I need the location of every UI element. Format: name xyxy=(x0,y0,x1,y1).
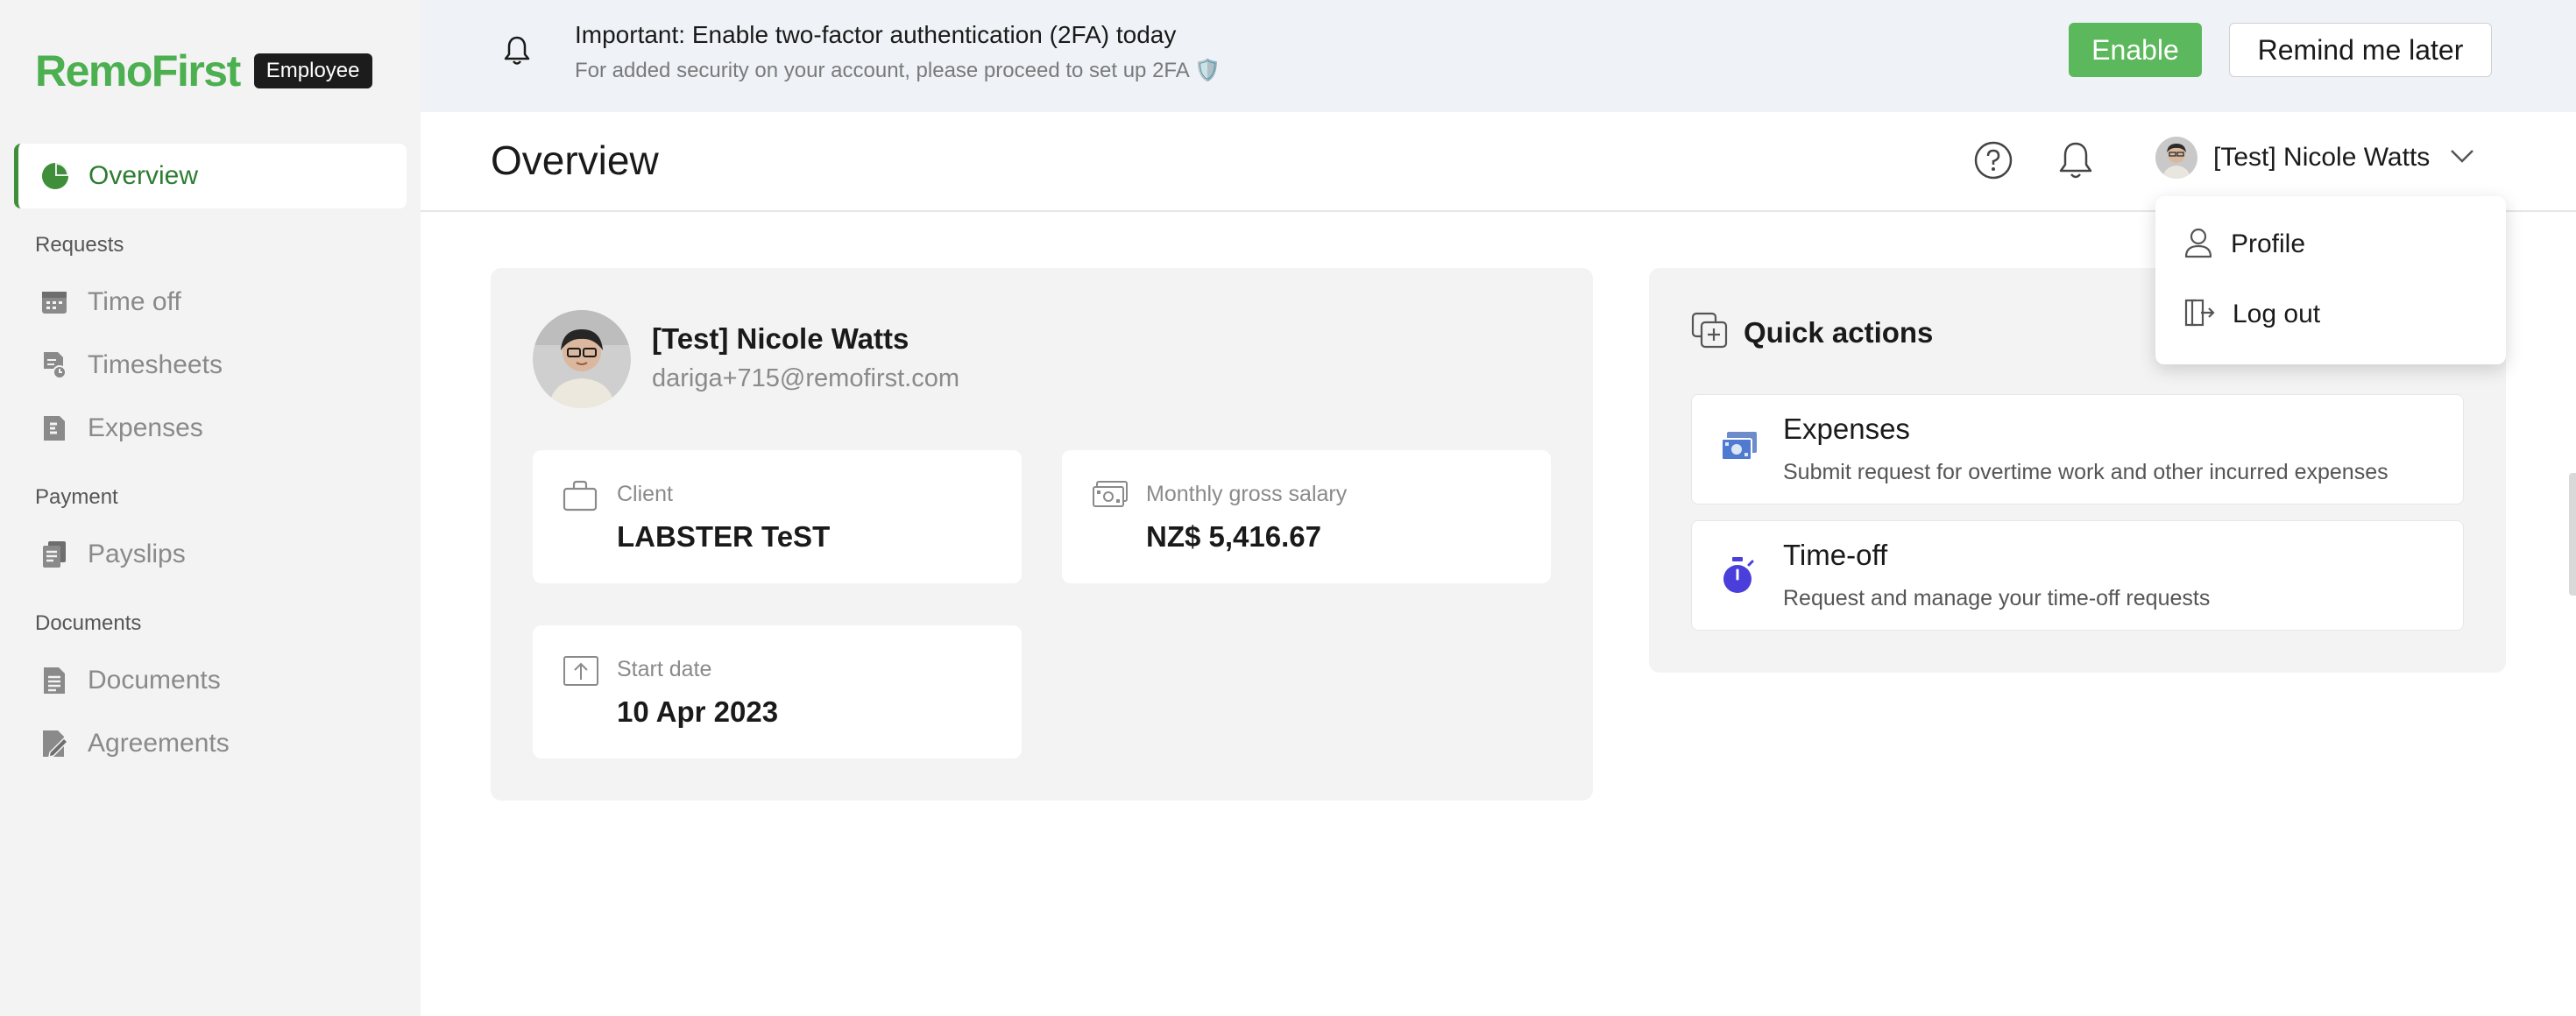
cash-icon xyxy=(1092,480,1129,514)
menu-item-label: Log out xyxy=(2233,300,2321,328)
client-tile: Client LABSTER TeST xyxy=(533,450,1022,583)
quick-action-add-icon xyxy=(1691,312,1728,353)
quick-action-title: Time-off xyxy=(1783,539,1888,571)
section-label-payment: Payment xyxy=(35,485,118,509)
sidebar-item-label: Payslips xyxy=(88,540,186,568)
user-name: [Test] Nicole Watts xyxy=(2213,143,2431,172)
notifications-bell-icon[interactable] xyxy=(2057,140,2094,185)
timesheet-icon xyxy=(40,351,68,379)
payslip-icon xyxy=(40,540,68,568)
upload-calendar-icon xyxy=(563,655,599,691)
quick-actions-header: Quick actions xyxy=(1691,312,1933,353)
page-title: Overview xyxy=(491,138,659,183)
money-icon xyxy=(1720,430,1759,468)
sidebar-item-time-off[interactable]: Time off xyxy=(40,280,181,324)
sidebar-item-label: Timesheets xyxy=(88,350,223,379)
sidebar: RemoFirst Employee Overview Requests Tim… xyxy=(0,0,421,1016)
start-date-label: Start date xyxy=(617,657,712,681)
quick-action-description: Request and manage your time-off request… xyxy=(1783,586,2211,610)
logo[interactable]: RemoFirst Employee xyxy=(35,46,372,96)
person-icon xyxy=(2183,227,2213,263)
salary-value: NZ$ 5,416.67 xyxy=(1146,520,1321,553)
quick-action-description: Submit request for overtime work and oth… xyxy=(1783,460,2388,484)
avatar xyxy=(2155,137,2197,179)
sidebar-item-label: Overview xyxy=(88,161,199,190)
start-date-tile: Start date 10 Apr 2023 xyxy=(533,625,1022,758)
expense-doc-icon xyxy=(40,414,68,442)
sidebar-item-label: Agreements xyxy=(88,729,230,758)
sidebar-item-label: Documents xyxy=(88,666,221,695)
profile-email: dariga+715@remofirst.com xyxy=(652,364,960,392)
user-menu-toggle[interactable]: [Test] Nicole Watts xyxy=(2155,137,2475,179)
sidebar-item-timesheets[interactable]: Timesheets xyxy=(40,343,223,387)
calendar-icon xyxy=(40,288,68,316)
briefcase-icon xyxy=(563,480,598,516)
help-icon[interactable] xyxy=(1973,140,2013,185)
sidebar-item-overview[interactable]: Overview xyxy=(14,144,407,208)
profile-card: [Test] Nicole Watts dariga+715@remofirst… xyxy=(491,268,1593,801)
banner-title: Important: Enable two-factor authenticat… xyxy=(575,21,1177,48)
salary-tile: Monthly gross salary NZ$ 5,416.67 xyxy=(1062,450,1551,583)
chevron-down-icon xyxy=(2449,148,2475,168)
pie-chart-icon xyxy=(41,162,69,190)
user-dropdown-menu: Profile Log out xyxy=(2155,196,2506,364)
sidebar-item-label: Time off xyxy=(88,287,181,316)
sidebar-item-documents[interactable]: Documents xyxy=(40,659,221,702)
quick-action-time-off[interactable]: Time-off Request and manage your time-of… xyxy=(1691,520,2464,631)
client-value: LABSTER TeST xyxy=(617,520,831,553)
bell-icon xyxy=(504,35,530,71)
menu-item-profile[interactable]: Profile xyxy=(2183,222,2305,266)
stopwatch-icon xyxy=(1720,556,1755,599)
client-label: Client xyxy=(617,482,673,506)
document-icon xyxy=(40,667,68,695)
section-label-requests: Requests xyxy=(35,233,124,257)
two-factor-banner: Important: Enable two-factor authenticat… xyxy=(421,0,2576,112)
remind-later-button[interactable]: Remind me later xyxy=(2229,23,2492,77)
agreement-icon xyxy=(40,730,68,758)
quick-actions-title: Quick actions xyxy=(1744,315,1934,349)
role-badge: Employee xyxy=(253,53,372,88)
sidebar-item-payslips[interactable]: Payslips xyxy=(40,533,186,576)
scrollbar-handle[interactable] xyxy=(2569,473,2576,596)
avatar xyxy=(533,310,631,408)
salary-label: Monthly gross salary xyxy=(1146,482,1348,506)
quick-action-title: Expenses xyxy=(1783,413,1910,445)
logout-icon xyxy=(2183,298,2215,332)
menu-item-logout[interactable]: Log out xyxy=(2183,293,2320,336)
sidebar-item-agreements[interactable]: Agreements xyxy=(40,722,230,766)
menu-item-label: Profile xyxy=(2231,229,2306,258)
quick-action-expenses[interactable]: Expenses Submit request for overtime wor… xyxy=(1691,394,2464,504)
enable-2fa-button[interactable]: Enable xyxy=(2069,23,2202,77)
sidebar-item-expenses[interactable]: Expenses xyxy=(40,406,203,450)
profile-name: [Test] Nicole Watts xyxy=(652,322,909,355)
section-label-documents: Documents xyxy=(35,611,142,635)
logo-text: RemoFirst xyxy=(35,46,241,95)
sidebar-item-label: Expenses xyxy=(88,413,203,442)
start-date-value: 10 Apr 2023 xyxy=(617,695,779,728)
banner-subtitle: For added security on your account, plea… xyxy=(575,59,1221,82)
